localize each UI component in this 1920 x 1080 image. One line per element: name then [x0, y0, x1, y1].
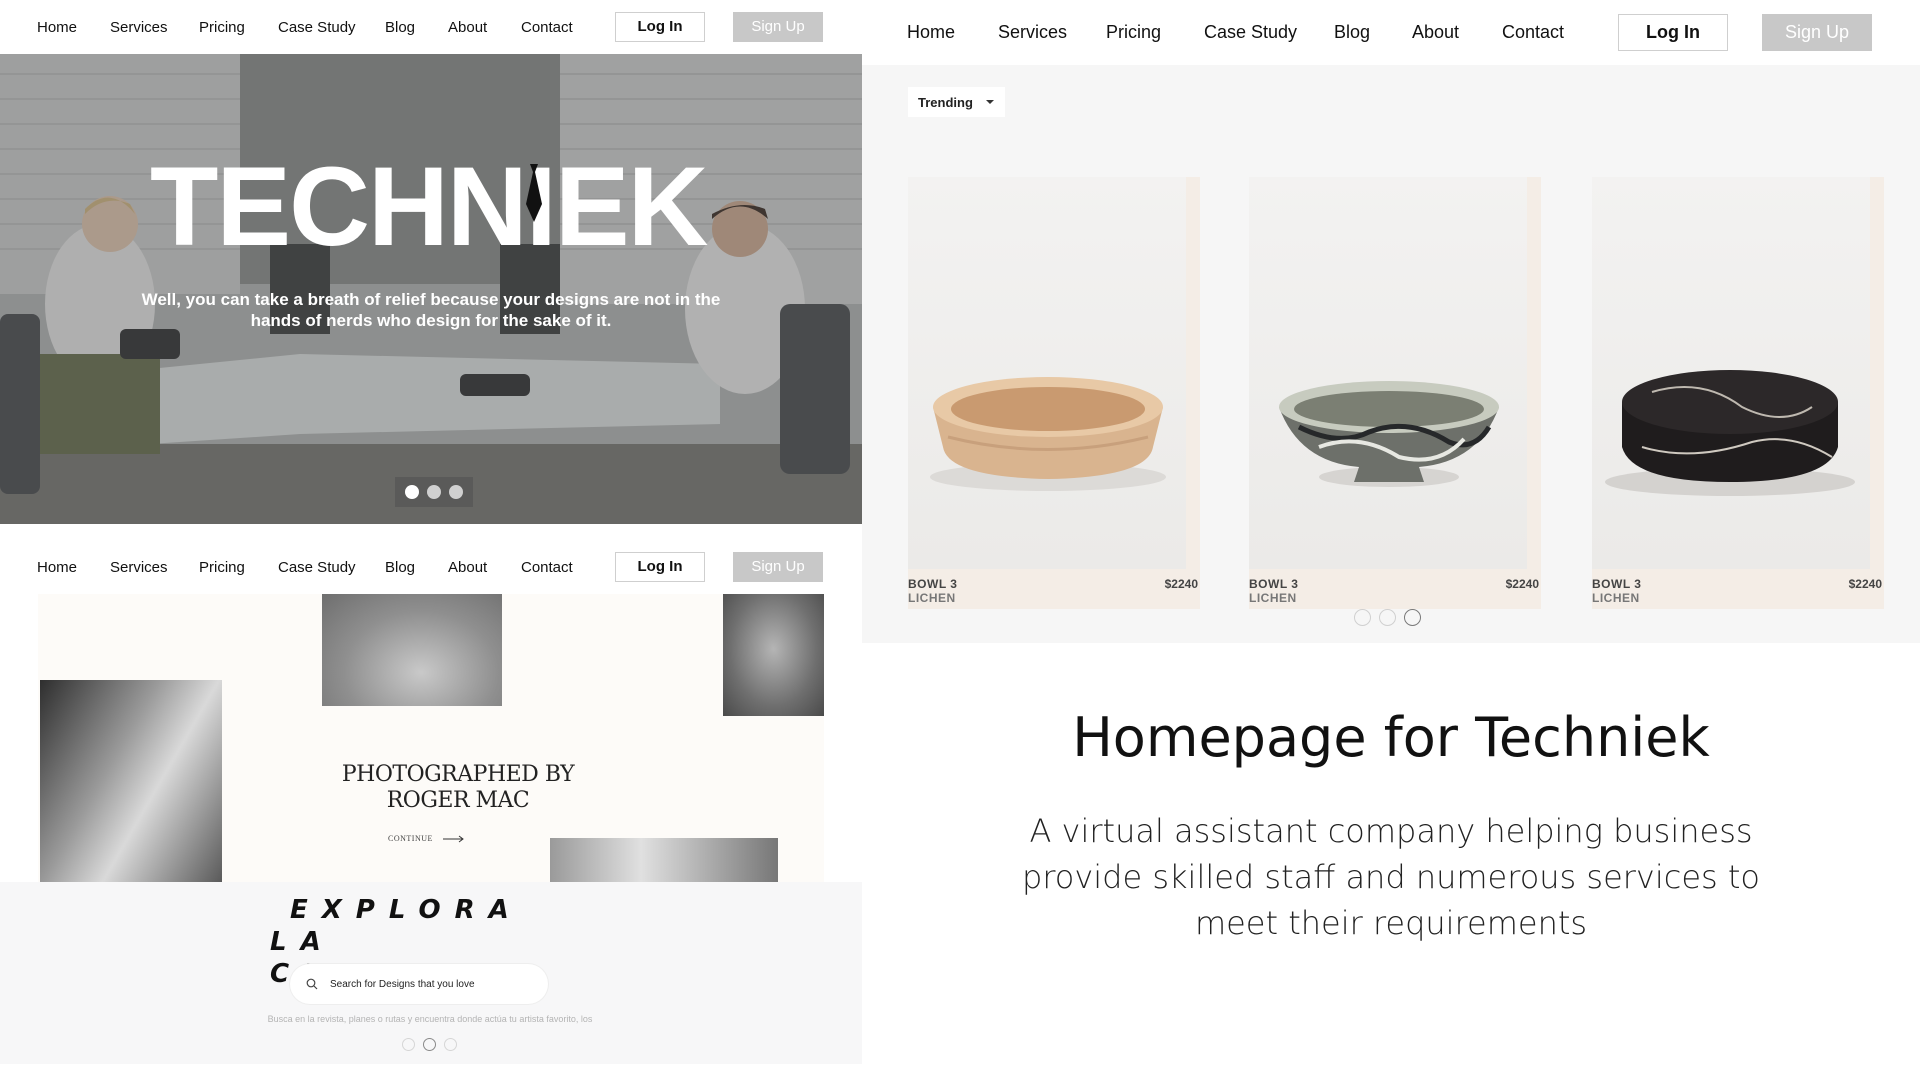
- explora-dot-1[interactable]: [402, 1038, 415, 1051]
- hero-dot-3[interactable]: [449, 485, 463, 499]
- login-button[interactable]: Log In: [615, 12, 705, 42]
- nav-pricing[interactable]: Pricing: [1106, 22, 1161, 43]
- product-subtitle: LICHEN: [1592, 591, 1640, 605]
- bottom-left-navbar: Home Services Pricing Case Study Blog Ab…: [0, 540, 862, 594]
- product-name: BOWL 3: [1592, 577, 1642, 591]
- product-card[interactable]: BOWL 3 $2240 LICHEN: [1592, 177, 1884, 609]
- tan-bowl-illustration: [930, 377, 1166, 491]
- nav-blog[interactable]: Blog: [1334, 22, 1370, 43]
- nav-home[interactable]: Home: [37, 19, 77, 36]
- photo-gallery: PHOTOGRAPHED BY ROGER MAC CONTINUE: [38, 594, 824, 882]
- login-button[interactable]: Log In: [1618, 14, 1728, 51]
- nav-about[interactable]: About: [448, 559, 487, 576]
- trending-dropdown[interactable]: Trending: [908, 87, 1005, 117]
- product-price: $2240: [1848, 577, 1882, 591]
- hero-dot-2[interactable]: [427, 485, 441, 499]
- login-button[interactable]: Log In: [615, 552, 705, 582]
- product-image: [908, 177, 1186, 569]
- product-image: [1249, 177, 1527, 569]
- product-subtitle: LICHEN: [1249, 591, 1297, 605]
- mockup-canvas: Home Services Pricing Case Study Blog Ab…: [0, 0, 1920, 1080]
- marble-bowl-illustration: [1279, 381, 1499, 487]
- nav-services[interactable]: Services: [998, 22, 1067, 43]
- product-image: [1592, 177, 1870, 569]
- search-icon: [306, 978, 318, 990]
- nav-pricing[interactable]: Pricing: [199, 559, 245, 576]
- nav-blog[interactable]: Blog: [385, 559, 415, 576]
- nav-contact[interactable]: Contact: [1502, 22, 1564, 43]
- project-description: A virtual assistant company helping busi…: [1022, 812, 1760, 942]
- products-dot-2[interactable]: [1379, 609, 1396, 626]
- hero-dot-1[interactable]: [405, 485, 419, 499]
- explora-dot-3[interactable]: [444, 1038, 457, 1051]
- continue-link[interactable]: CONTINUE: [388, 834, 465, 843]
- photographer-heading-line1: PHOTOGRAPHED BY: [341, 762, 575, 787]
- nav-case-study[interactable]: Case Study: [1204, 22, 1297, 43]
- signup-button[interactable]: Sign Up: [1762, 14, 1872, 51]
- product-name: BOWL 3: [908, 577, 958, 591]
- nav-home[interactable]: Home: [907, 22, 955, 43]
- nav-about[interactable]: About: [448, 19, 487, 36]
- photo-arm: [40, 680, 222, 882]
- signup-button[interactable]: Sign Up: [733, 12, 823, 42]
- explora-carousel-dots: [402, 1038, 457, 1051]
- nav-case-study[interactable]: Case Study: [278, 559, 356, 576]
- nav-blog[interactable]: Blog: [385, 19, 415, 36]
- products-carousel-dots: [1354, 609, 1421, 626]
- hero-subtitle: Well, you can take a breath of relief be…: [141, 290, 721, 330]
- photo-hand: [550, 838, 778, 882]
- nav-about[interactable]: About: [1412, 22, 1459, 43]
- nav-case-study[interactable]: Case Study: [278, 19, 356, 36]
- black-marble-box-illustration: [1605, 370, 1855, 496]
- nav-services[interactable]: Services: [110, 19, 168, 36]
- signup-button[interactable]: Sign Up: [733, 552, 823, 582]
- product-card[interactable]: BOWL 3 $2240 LICHEN: [908, 177, 1200, 609]
- project-headline: Homepage for Techniek: [1072, 706, 1710, 769]
- explora-caption: Busca en la revista, planes o rutas y en…: [267, 1014, 593, 1024]
- caret-down-icon: [985, 100, 994, 104]
- top-left-navbar: Home Services Pricing Case Study Blog Ab…: [0, 0, 862, 54]
- product-subtitle: LICHEN: [908, 591, 956, 605]
- explora-dot-2[interactable]: [423, 1038, 436, 1051]
- hero-banner: TECHNIEK Well, you can take a breath of …: [0, 54, 862, 524]
- photo-eye: [723, 594, 824, 716]
- continue-label: CONTINUE: [388, 834, 433, 843]
- hero-title: TECHNIEK: [150, 144, 708, 269]
- photographer-heading: PHOTOGRAPHED BY ROGER MAC: [338, 762, 578, 814]
- explora-title-line1: EXPLORA: [290, 895, 523, 925]
- explora-section: EXPLORA LA CIUDAD Search for Designs tha…: [0, 882, 862, 1064]
- product-price: $2240: [1164, 577, 1198, 591]
- tie-icon: [526, 164, 542, 222]
- product-card[interactable]: BOWL 3 $2240 LICHEN: [1249, 177, 1541, 609]
- nav-home[interactable]: Home: [37, 559, 77, 576]
- products-section: Trending BOWL 3 $2240 LICHEN BOWL 3 $224…: [862, 65, 1920, 643]
- photo-shoulder: [322, 594, 502, 706]
- photographer-heading-line2: ROGER MAC: [386, 788, 530, 813]
- product-name: BOWL 3: [1249, 577, 1299, 591]
- search-input[interactable]: Search for Designs that you love: [330, 979, 475, 990]
- arrow-right-icon: [442, 835, 464, 842]
- top-right-navbar: Home Services Pricing Case Study Blog Ab…: [862, 0, 1920, 65]
- hero-carousel-dots: [395, 477, 473, 507]
- product-price: $2240: [1505, 577, 1539, 591]
- nav-pricing[interactable]: Pricing: [199, 19, 245, 36]
- nav-contact[interactable]: Contact: [521, 559, 573, 576]
- search-bar[interactable]: Search for Designs that you love: [290, 964, 548, 1004]
- nav-contact[interactable]: Contact: [521, 19, 573, 36]
- nav-services[interactable]: Services: [110, 559, 168, 576]
- products-dot-3[interactable]: [1404, 609, 1421, 626]
- trending-label: Trending: [918, 94, 973, 110]
- products-dot-1[interactable]: [1354, 609, 1371, 626]
